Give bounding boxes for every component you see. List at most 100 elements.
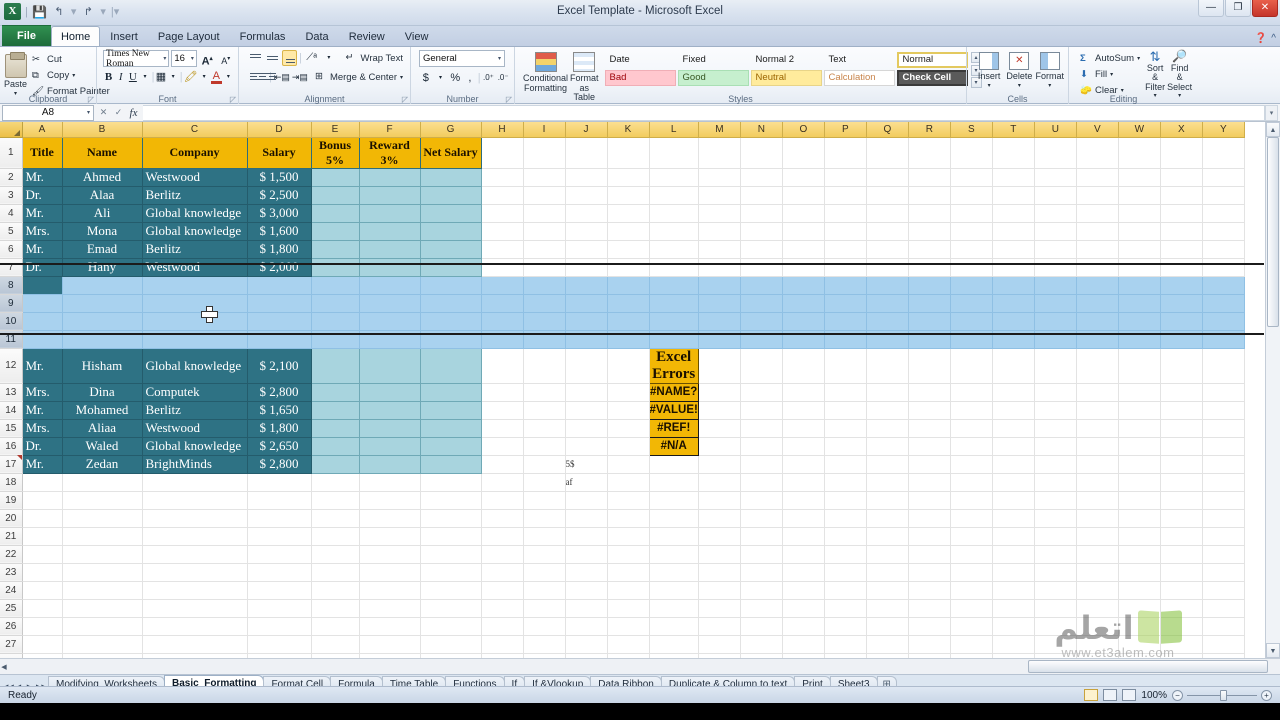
cell-E24[interactable] [311, 581, 360, 600]
column-header-X[interactable]: X [1160, 122, 1203, 138]
cell-B16[interactable]: Waled [61, 436, 143, 456]
cell-C21[interactable] [142, 527, 248, 546]
table-header-F[interactable]: Reward 3% [358, 136, 421, 169]
column-header-V[interactable]: V [1076, 122, 1119, 138]
cell-Y9[interactable] [1202, 294, 1245, 313]
cell-X17[interactable] [1160, 455, 1203, 474]
cell-H2[interactable] [481, 168, 524, 187]
table-header-E[interactable]: Bonus 5% [310, 136, 360, 169]
cell-N14[interactable] [740, 401, 783, 420]
cell-X14[interactable] [1160, 401, 1203, 420]
cell-J21[interactable] [565, 527, 608, 546]
cell-P4[interactable] [824, 204, 867, 223]
cell-I22[interactable] [523, 545, 566, 564]
cell-N9[interactable] [740, 294, 783, 313]
cell-B13[interactable]: Dina [61, 382, 143, 402]
cell-S4[interactable] [950, 204, 993, 223]
cell-R20[interactable] [908, 509, 951, 528]
cell-M10[interactable] [698, 312, 741, 331]
cell-O26[interactable] [782, 617, 825, 636]
cell-V16[interactable] [1076, 437, 1119, 456]
cell-B10[interactable] [61, 311, 143, 331]
cell-W5[interactable] [1118, 222, 1161, 241]
cell-F10[interactable] [358, 311, 421, 331]
cell-K7[interactable] [607, 258, 650, 277]
cell-H22[interactable] [481, 545, 524, 564]
cell-X12[interactable] [1160, 348, 1203, 384]
close-button[interactable]: ✕ [1252, 0, 1278, 17]
cell-D21[interactable] [247, 527, 312, 546]
cell-M15[interactable] [698, 419, 741, 438]
cell-B2[interactable]: Ahmed [61, 167, 143, 187]
cell-Q12[interactable] [866, 348, 909, 384]
cell-G7[interactable] [419, 257, 482, 277]
cell-U1[interactable] [1034, 137, 1077, 169]
cell-Y10[interactable] [1202, 312, 1245, 331]
cell-N6[interactable] [740, 240, 783, 259]
cell-A3[interactable]: Dr. [21, 185, 63, 205]
row-header-25[interactable]: 25 [0, 599, 23, 618]
loose-cell-J18[interactable]: af [565, 473, 608, 492]
cell-B25[interactable] [62, 599, 143, 618]
cell-E7[interactable] [310, 257, 360, 277]
cell-T6[interactable] [992, 240, 1035, 259]
cell-E26[interactable] [311, 617, 360, 636]
error-item-1[interactable]: #VALUE! [648, 400, 699, 420]
cell-N27[interactable] [740, 635, 783, 654]
cell-V12[interactable] [1076, 348, 1119, 384]
clipboard-dialog-launcher[interactable]: ◸ [88, 95, 94, 104]
cell-X10[interactable] [1160, 312, 1203, 331]
cell-S2[interactable] [950, 168, 993, 187]
cell-J8[interactable] [565, 276, 608, 295]
cell-D18[interactable] [247, 473, 312, 492]
cell-O24[interactable] [782, 581, 825, 600]
column-header-Y[interactable]: Y [1202, 122, 1245, 138]
tab-file[interactable]: File [2, 25, 51, 46]
merge-dropdown-icon[interactable]: ▾ [400, 74, 403, 81]
cell-X7[interactable] [1160, 258, 1203, 277]
cell-R23[interactable] [908, 563, 951, 582]
cell-U24[interactable] [1034, 581, 1077, 600]
cell-Y6[interactable] [1202, 240, 1245, 259]
style-normal[interactable]: Normal [896, 52, 968, 68]
cell-V11[interactable] [1076, 330, 1119, 349]
cell-E3[interactable] [310, 185, 360, 205]
cell-J19[interactable] [565, 491, 608, 510]
cell-T14[interactable] [992, 401, 1035, 420]
cell-O22[interactable] [782, 545, 825, 564]
zoom-in-button[interactable]: + [1261, 689, 1272, 701]
page-layout-view-icon[interactable] [1103, 689, 1118, 701]
cell-N4[interactable] [740, 204, 783, 223]
cell-G2[interactable] [419, 167, 482, 187]
cell-W16[interactable] [1118, 437, 1161, 456]
style-bad[interactable]: Bad [604, 70, 676, 86]
cell-H25[interactable] [481, 599, 524, 618]
cell-U22[interactable] [1034, 545, 1077, 564]
cell-L20[interactable] [649, 509, 699, 528]
cell-F13[interactable] [358, 382, 421, 402]
cell-O6[interactable] [782, 240, 825, 259]
cell-C8[interactable] [141, 275, 248, 295]
cell-S8[interactable] [950, 276, 993, 295]
cell-Y18[interactable] [1202, 473, 1245, 492]
cell-O3[interactable] [782, 186, 825, 205]
cell-F8[interactable] [358, 275, 421, 295]
cell-C3[interactable]: Berlitz [141, 185, 248, 205]
cell-K21[interactable] [607, 527, 650, 546]
cell-V15[interactable] [1076, 419, 1119, 438]
delete-dropdown-icon[interactable]: ▾ [1018, 82, 1021, 92]
cell-S14[interactable] [950, 401, 993, 420]
cell-F11[interactable] [358, 329, 421, 349]
cell-A6[interactable]: Mr. [21, 239, 63, 259]
cell-Q21[interactable] [866, 527, 909, 546]
cell-O9[interactable] [782, 294, 825, 313]
cell-B5[interactable]: Mona [61, 221, 143, 241]
tab-insert[interactable]: Insert [100, 26, 148, 46]
zoom-out-button[interactable]: − [1172, 689, 1183, 701]
cell-D7[interactable]: $ 2,000 [246, 257, 312, 277]
cell-P23[interactable] [824, 563, 867, 582]
cell-M22[interactable] [698, 545, 741, 564]
cell-R11[interactable] [908, 330, 951, 349]
cell-G20[interactable] [420, 509, 482, 528]
cell-D9[interactable] [246, 293, 312, 313]
